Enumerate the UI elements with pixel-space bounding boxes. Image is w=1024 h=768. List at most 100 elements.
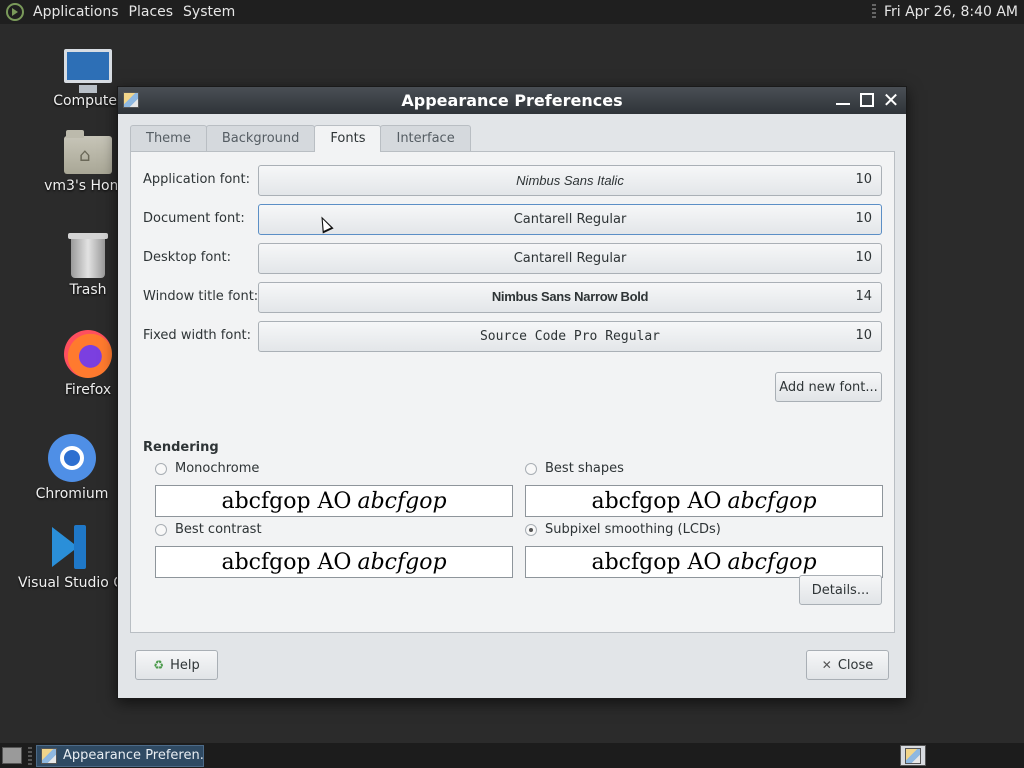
preview-italic-text: abcfgop xyxy=(727,549,817,575)
help-label: Help xyxy=(170,657,200,673)
firefox-icon xyxy=(64,330,112,378)
monochrome-radio[interactable] xyxy=(155,462,167,475)
subpixel-smoothing-radio[interactable] xyxy=(525,523,537,536)
fixed-width-font-button[interactable]: Source Code Pro Regular 10 xyxy=(258,321,882,352)
rendering-heading: Rendering xyxy=(143,440,219,455)
window-title-font-label: Window title font: xyxy=(143,289,259,304)
tab-bar: Theme Background Fonts Interface xyxy=(130,125,471,152)
preview-text: abcfgop AO xyxy=(591,549,722,575)
subpixel-smoothing-preview: abcfgop AO abcfgop xyxy=(525,546,883,578)
details-button[interactable]: Details... xyxy=(799,575,882,605)
panel-separator xyxy=(28,746,32,765)
clock-area: Fri Apr 26, 8:40 AM xyxy=(871,4,1024,20)
desktop-icon-label: Chromium xyxy=(35,486,109,502)
desktop-font-button[interactable]: Cantarell Regular 10 xyxy=(258,243,882,274)
appearance-app-icon xyxy=(41,747,57,764)
font-name: Cantarell Regular xyxy=(513,251,627,266)
font-size: 10 xyxy=(855,211,872,226)
preview-italic-text: abcfgop xyxy=(727,488,817,514)
font-name: Nimbus Sans Narrow Bold xyxy=(491,289,649,304)
main-menu: Applications Places System xyxy=(0,0,240,24)
tab-interface[interactable]: Interface xyxy=(380,125,471,151)
best-shapes-label: Best shapes xyxy=(545,461,624,476)
subpixel-smoothing-option[interactable]: Subpixel smoothing (LCDs) xyxy=(525,522,721,537)
subpixel-smoothing-label: Subpixel smoothing (LCDs) xyxy=(545,522,721,537)
chromium-icon xyxy=(48,434,96,482)
taskbar-item-appearance[interactable]: Appearance Preferen... xyxy=(36,744,204,767)
monochrome-preview: abcfgop AO abcfgop xyxy=(155,485,513,517)
desktop-icon-chromium[interactable]: Chromium xyxy=(17,434,127,502)
font-name: Cantarell Regular xyxy=(513,212,627,227)
best-shapes-preview: abcfgop AO abcfgop xyxy=(525,485,883,517)
document-font-button[interactable]: Cantarell Regular 10 xyxy=(258,204,882,235)
font-size: 10 xyxy=(855,172,872,187)
desktop-icon-vscode[interactable]: Visual Studio Code xyxy=(18,523,118,591)
bottom-panel: Appearance Preferen... xyxy=(0,743,1024,768)
add-new-font-button[interactable]: Add new font... xyxy=(775,372,882,402)
monochrome-option[interactable]: Monochrome xyxy=(155,461,259,476)
workspace-switcher-icon[interactable] xyxy=(900,745,926,766)
best-contrast-radio[interactable] xyxy=(155,523,167,536)
application-font-button[interactable]: Nimbus Sans Italic 10 xyxy=(258,165,882,196)
best-shapes-option[interactable]: Best shapes xyxy=(525,461,624,476)
taskbar-item-label: Appearance Preferen... xyxy=(63,748,204,763)
close-button[interactable]: ✕ Close xyxy=(806,650,889,680)
tray-app-icon xyxy=(905,747,921,764)
clock[interactable]: Fri Apr 26, 8:40 AM xyxy=(884,4,1018,20)
preview-text: abcfgop AO xyxy=(221,549,352,575)
vscode-icon xyxy=(44,523,92,571)
preview-text: abcfgop AO xyxy=(221,488,352,514)
show-desktop-icon[interactable] xyxy=(2,747,22,764)
monochrome-label: Monochrome xyxy=(175,461,260,476)
application-font-label: Application font: xyxy=(143,172,251,187)
font-name: Source Code Pro Regular xyxy=(479,329,660,344)
desktop-font-row: Desktop font: Cantarell Regular 10 xyxy=(131,243,896,275)
application-font-row: Application font: Nimbus Sans Italic 10 xyxy=(131,165,896,197)
window-title-font-button[interactable]: Nimbus Sans Narrow Bold 14 xyxy=(258,282,882,313)
maximize-button[interactable] xyxy=(858,91,876,109)
help-button[interactable]: ♻ Help xyxy=(135,650,218,680)
window-titlebar[interactable]: Appearance Preferences ✕ xyxy=(118,87,906,114)
preview-italic-text: abcfgop xyxy=(357,488,447,514)
best-shapes-radio[interactable] xyxy=(525,462,537,475)
desktop-icon-label: Visual Studio Code xyxy=(18,575,118,591)
home-folder-icon: ⌂ xyxy=(64,130,112,174)
document-font-label: Document font: xyxy=(143,211,245,226)
best-contrast-label: Best contrast xyxy=(175,522,262,537)
best-contrast-preview: abcfgop AO abcfgop xyxy=(155,546,513,578)
close-label: Close xyxy=(837,657,874,673)
add-new-font-label: Add new font... xyxy=(779,379,878,395)
tab-fonts[interactable]: Fonts xyxy=(314,125,382,152)
help-icon: ♻ xyxy=(153,658,165,672)
close-window-button[interactable]: ✕ xyxy=(882,90,900,110)
panel-handle-icon[interactable] xyxy=(871,4,876,20)
top-panel: Applications Places System Fri Apr 26, 8… xyxy=(0,0,1024,24)
appearance-app-icon xyxy=(123,92,139,108)
preview-italic-text: abcfgop xyxy=(357,549,447,575)
menu-system[interactable]: System xyxy=(178,4,240,20)
best-contrast-option[interactable]: Best contrast xyxy=(155,522,262,537)
fixed-width-font-row: Fixed width font: Source Code Pro Regula… xyxy=(131,321,896,353)
computer-icon xyxy=(64,49,112,83)
tab-theme[interactable]: Theme xyxy=(130,125,207,151)
menu-applications[interactable]: Applications xyxy=(28,4,124,20)
trash-icon xyxy=(68,233,108,278)
details-label: Details... xyxy=(811,582,870,598)
document-font-row: Document font: Cantarell Regular 10 xyxy=(131,204,896,236)
font-size: 10 xyxy=(855,250,872,265)
minimize-button[interactable] xyxy=(834,91,852,109)
preview-text: abcfgop AO xyxy=(591,488,722,514)
fonts-panel: Application font: Nimbus Sans Italic 10 … xyxy=(130,151,895,633)
window-title-font-row: Window title font: Nimbus Sans Narrow Bo… xyxy=(131,282,896,314)
desktop-font-label: Desktop font: xyxy=(143,250,231,265)
fixed-width-font-label: Fixed width font: xyxy=(143,328,252,343)
window-controls: ✕ xyxy=(834,90,900,110)
distro-logo-icon[interactable] xyxy=(6,3,24,21)
window-title: Appearance Preferences xyxy=(401,91,623,110)
monitor-stand xyxy=(79,85,97,93)
appearance-preferences-window: Appearance Preferences ✕ Theme Backgroun… xyxy=(117,86,907,699)
tab-background[interactable]: Background xyxy=(205,125,316,151)
menu-places[interactable]: Places xyxy=(124,4,179,20)
font-size: 14 xyxy=(855,289,872,304)
close-icon: ✕ xyxy=(821,658,832,672)
